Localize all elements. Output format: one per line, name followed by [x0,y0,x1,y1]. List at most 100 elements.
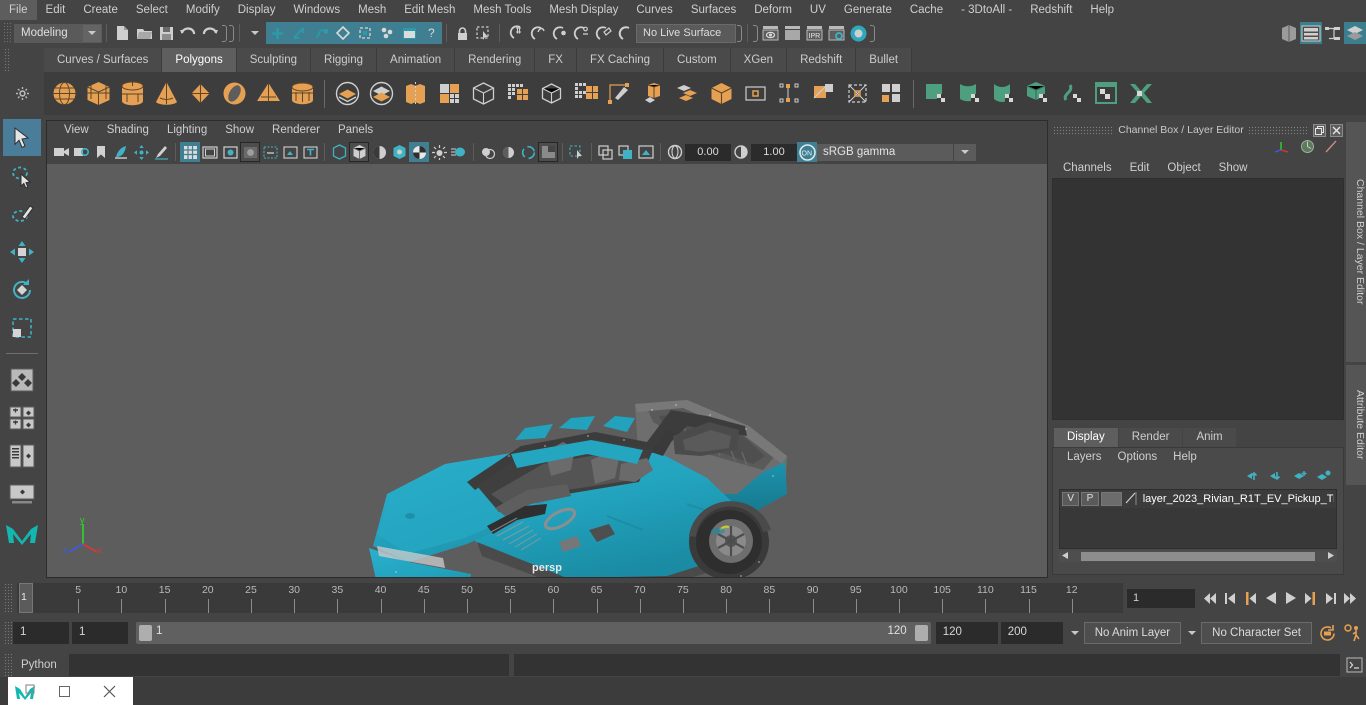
xray-icon[interactable] [280,142,300,162]
poly-torus-icon[interactable] [217,75,251,113]
move-layer-up-icon[interactable] [1247,470,1262,485]
wireframe-shading-icon[interactable] [329,142,349,162]
close-icon[interactable] [1330,124,1343,137]
uv-grid-icon[interactable] [568,75,602,113]
save-scene-icon[interactable] [155,22,177,44]
screen-space-ao-icon[interactable] [518,142,538,162]
shelf-tab-fx-caching[interactable]: FX Caching [577,48,664,72]
render-current-frame-icon[interactable] [759,22,781,44]
boolean-union-icon[interactable] [330,75,364,113]
playback-start-time-field[interactable]: 1 [72,622,128,644]
step-forward-frame-icon[interactable] [1321,587,1340,609]
collapse-handle-4[interactable] [752,23,759,43]
layer-playback-toggle[interactable]: P [1081,492,1098,506]
resolution-gate-icon[interactable] [220,142,240,162]
layer-tab-display[interactable]: Display [1054,428,1118,447]
shadows-icon[interactable] [409,142,429,162]
menu-display[interactable]: Display [229,0,285,20]
shelf-tab-custom[interactable]: Custom [664,48,731,72]
select-by-object-type-icon[interactable] [288,22,310,44]
menu-redshift[interactable]: Redshift [1021,0,1081,20]
viewport-menu-renderer[interactable]: Renderer [263,121,329,140]
shelf-tab-rendering[interactable]: Rendering [455,48,535,72]
new-scene-icon[interactable] [111,22,133,44]
channel-menu-object[interactable]: Object [1158,158,1209,178]
gamma-value-field[interactable]: 1.00 [751,144,797,161]
paste-view-icon[interactable] [616,142,636,162]
menu-modify[interactable]: Modify [177,0,229,20]
auto-keyframe-icon[interactable] [1314,621,1340,645]
current-frame-field[interactable]: 1 [1127,589,1195,608]
maya-app-icon[interactable] [8,682,42,700]
quad-draw-icon[interactable] [500,75,534,113]
redo-icon[interactable] [199,22,221,44]
menu-set-selector[interactable]: Modeling [14,24,102,43]
uv-automatic-icon[interactable] [1021,75,1055,113]
select-mask-misc-icon[interactable] [354,22,376,44]
time-slider-track[interactable]: 1 51015202530354045505560657075808590951… [17,583,1123,613]
go-to-start-icon[interactable] [1201,587,1220,609]
uv-contour-stretch-icon[interactable] [1055,75,1089,113]
viewport-menu-shading[interactable]: Shading [98,121,158,140]
docked-tab-attribute-editor[interactable]: Attribute Editor [1346,365,1366,485]
exposure-value-field[interactable]: 0.00 [685,144,731,161]
snap-to-curve-icon[interactable] [526,22,548,44]
last-tool-used-button[interactable] [3,361,41,398]
layer-tab-anim[interactable]: Anim [1183,428,1235,447]
outliner-panel-icon[interactable] [1278,22,1300,44]
menu-mesh-display[interactable]: Mesh Display [540,0,627,20]
scroll-left-icon[interactable] [1059,551,1070,563]
poly-target-weld-icon[interactable] [738,75,772,113]
live-surface-field[interactable]: No Live Surface [636,24,736,43]
menu-uv[interactable]: UV [801,0,835,20]
lasso-select-tool-button[interactable] [3,157,41,194]
command-line-grip[interactable] [4,653,13,677]
gamma-icon[interactable] [731,142,751,162]
attribute-editor-icon[interactable] [1344,22,1366,44]
hypergraph-icon[interactable] [1322,22,1344,44]
play-forwards-icon[interactable] [1281,587,1300,609]
use-all-lights-icon[interactable] [389,142,409,162]
film-gate-icon[interactable] [200,142,220,162]
grease-pencil-icon[interactable] [151,142,171,162]
hypershade-icon[interactable] [847,22,869,44]
new-layer-from-selected-icon[interactable] [1316,470,1331,485]
poly-pyramid-icon[interactable] [251,75,285,113]
menu-edit[interactable]: Edit [37,0,75,20]
layer-name-label[interactable]: layer_2023_Rivian_R1T_EV_Pickup_Tru [1143,493,1334,505]
script-editor-icon[interactable] [1342,653,1366,677]
close-window-icon[interactable] [87,685,131,698]
shelf-tab-bullet[interactable]: Bullet [856,48,912,72]
extrude-face-icon[interactable] [636,75,670,113]
character-set-chevron-down-icon[interactable] [1183,622,1201,644]
collapse-handle-2[interactable] [228,23,235,43]
snap-to-grid-icon[interactable] [504,22,526,44]
layer-row[interactable]: V P layer_2023_Rivian_R1T_EV_Pickup_Tru [1060,490,1336,508]
wedge-icon[interactable] [840,75,874,113]
xray-active-components-icon[interactable] [567,142,587,162]
scrollbar-thumb[interactable] [1081,552,1315,561]
range-slider-grip[interactable] [4,621,13,645]
menu-edit-mesh[interactable]: Edit Mesh [395,0,464,20]
docked-tab-channel-box-layer-editor[interactable]: Channel Box / Layer Editor [1346,122,1366,362]
smooth-shading-icon[interactable] [349,142,369,162]
multi-cut-icon[interactable] [602,75,636,113]
menu-cache[interactable]: Cache [901,0,952,20]
play-backwards-icon[interactable] [1261,587,1280,609]
shelf-tab-xgen[interactable]: XGen [731,48,787,72]
step-back-key-icon[interactable] [1241,587,1260,609]
undo-icon[interactable] [177,22,199,44]
poly-plane-icon[interactable] [183,75,217,113]
render-sequence-icon[interactable] [781,22,803,44]
select-mask-handle-icon[interactable] [332,22,354,44]
persp-graph-layout-button[interactable] [3,475,41,512]
anim-layer-chevron-down-icon[interactable] [1066,622,1084,644]
channel-menu-show[interactable]: Show [1210,158,1257,178]
layer-list[interactable]: V P layer_2023_Rivian_R1T_EV_Pickup_Tru [1059,489,1337,549]
uv-planar-icon[interactable] [919,75,953,113]
select-by-hierarchy-icon[interactable] [266,22,288,44]
new-layer-icon[interactable] [1293,470,1308,485]
grid-toggle-icon[interactable] [180,142,200,162]
restore-window-icon[interactable] [42,686,87,697]
range-start-handle[interactable] [139,625,152,641]
